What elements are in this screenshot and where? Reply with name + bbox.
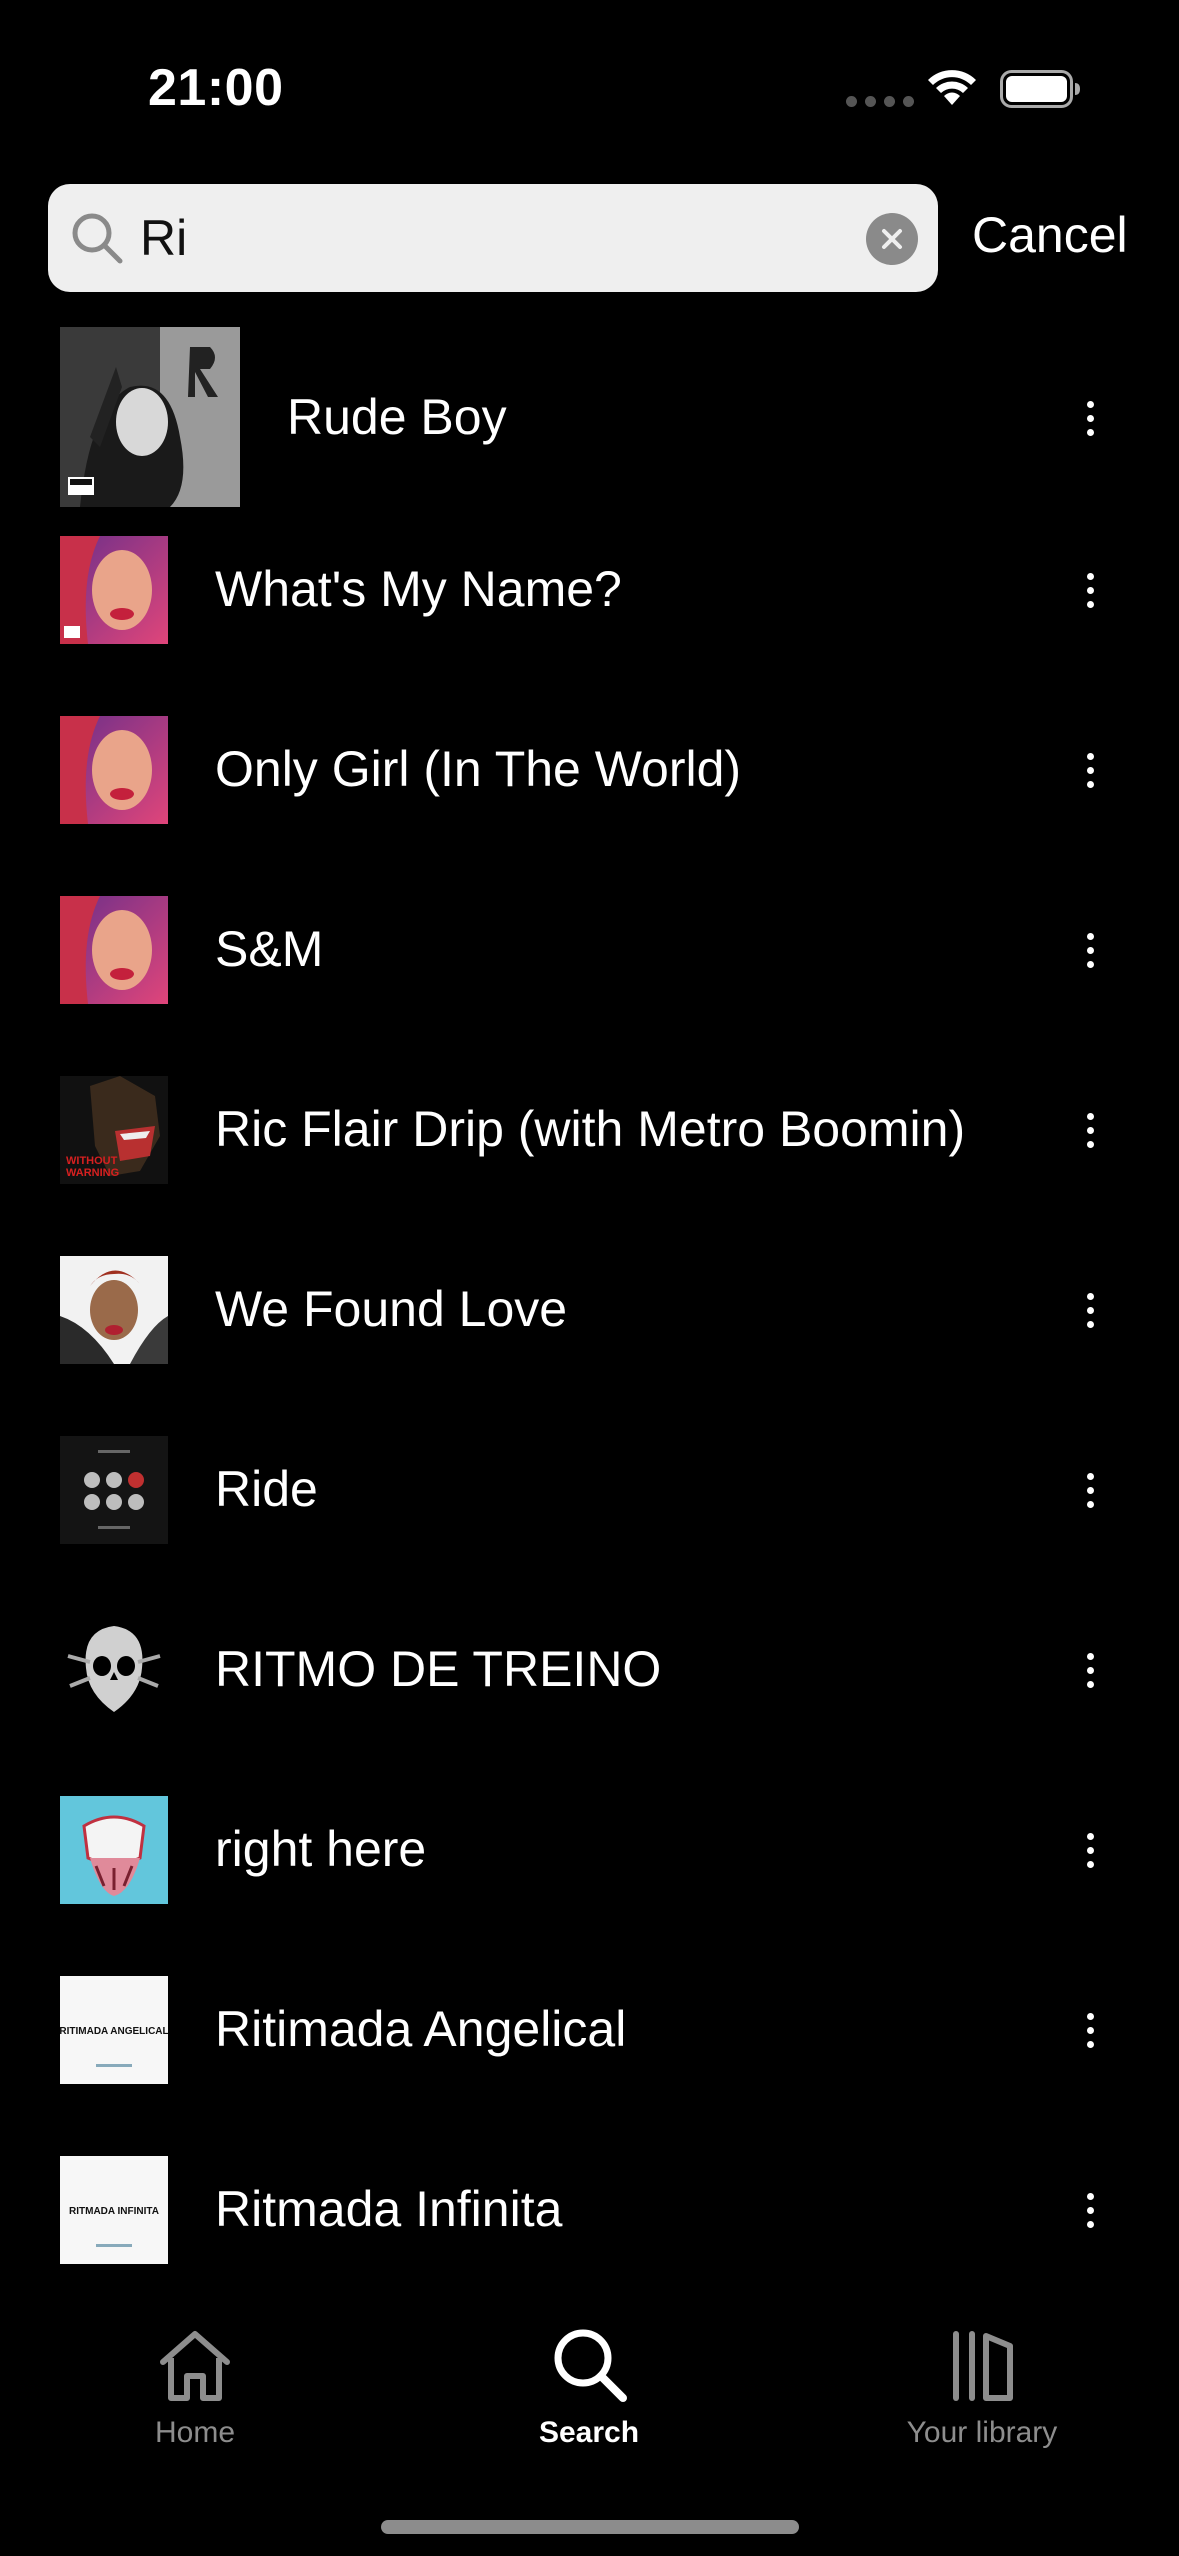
tab-bar: Home Search Your library: [0, 2290, 1179, 2556]
battery-icon: [1000, 70, 1080, 108]
more-options-button[interactable]: [1070, 2180, 1110, 2240]
album-art-text: RITMADA INFINITA: [69, 2206, 159, 2217]
status-bar: 21:00: [0, 0, 1179, 170]
search-input[interactable]: [140, 198, 840, 278]
track-title: Only Girl (In The World): [215, 741, 742, 797]
more-options-button[interactable]: [1070, 2000, 1110, 2060]
more-options-button[interactable]: [1070, 1460, 1110, 1520]
track-title: Ric Flair Drip (with Metro Boomin): [215, 1101, 966, 1157]
album-art: RITMADA INFINITA: [60, 2156, 168, 2264]
track-title: We Found Love: [215, 1281, 568, 1337]
tab-your-library[interactable]: Your library: [862, 2322, 1102, 2450]
more-options-button[interactable]: [1070, 1820, 1110, 1880]
list-item[interactable]: S&M: [0, 860, 1179, 1040]
more-options-button[interactable]: [1070, 388, 1110, 448]
wifi-icon: [928, 70, 976, 105]
svg-text:WITHOUT: WITHOUT: [66, 1155, 118, 1167]
track-title: RITMO DE TREINO: [215, 1641, 662, 1697]
cancel-button[interactable]: Cancel: [972, 206, 1128, 264]
more-options-button[interactable]: [1070, 740, 1110, 800]
search-icon: [72, 213, 123, 264]
list-item[interactable]: WITHOUT WARNING Ric Flair Drip (with Met…: [0, 1040, 1179, 1220]
album-art: RITIMADA ANGELICAL: [60, 1976, 168, 2084]
album-art: [60, 1256, 168, 1364]
list-item[interactable]: right here: [0, 1760, 1179, 1940]
track-title: Ride: [215, 1461, 318, 1517]
home-icon: [160, 2331, 230, 2401]
track-title: Rude Boy: [287, 389, 507, 445]
search-bar: Cancel: [48, 184, 1148, 294]
status-time: 21:00: [148, 59, 284, 117]
more-options-button[interactable]: [1070, 560, 1110, 620]
list-item[interactable]: Ride: [0, 1400, 1179, 1580]
svg-text:WARNING: WARNING: [66, 1167, 119, 1179]
track-title: Ritimada Angelical: [215, 2001, 627, 2057]
list-item[interactable]: RITMADA INFINITA Ritmada Infinita: [0, 2120, 1179, 2300]
list-item[interactable]: RITMO DE TREINO: [0, 1580, 1179, 1760]
album-art: [60, 896, 168, 1004]
album-art: [60, 536, 168, 644]
list-item[interactable]: What's My Name?: [0, 500, 1179, 680]
tab-label: Search: [538, 2416, 640, 2449]
list-item[interactable]: RITIMADA ANGELICAL Ritimada Angelical: [0, 1940, 1179, 2120]
track-title: right here: [215, 1821, 427, 1877]
album-art: [60, 1436, 168, 1544]
search-screen: 21:00 Ri Cancel Rude Boy What's My Name?…: [0, 0, 1179, 2556]
track-title: S&M: [215, 921, 324, 977]
album-art-text: RITIMADA ANGELICAL: [60, 2026, 168, 2037]
album-art: [60, 1616, 168, 1724]
album-art: [60, 327, 240, 507]
close-icon: [882, 229, 902, 249]
more-options-button[interactable]: [1070, 1640, 1110, 1700]
tab-label: Your library: [906, 2416, 1058, 2449]
search-icon: [554, 2329, 627, 2402]
tab-label: Home: [154, 2416, 236, 2449]
album-art: [60, 1796, 168, 1904]
album-art: [60, 716, 168, 824]
list-item[interactable]: Only Girl (In The World): [0, 680, 1179, 860]
home-indicator[interactable]: [381, 2520, 799, 2534]
clear-search-button[interactable]: [866, 213, 918, 265]
track-title: What's My Name?: [215, 561, 622, 617]
album-art: WITHOUT WARNING: [60, 1076, 168, 1184]
library-icon: [953, 2331, 1013, 2401]
more-options-button[interactable]: [1070, 920, 1110, 980]
list-item[interactable]: We Found Love: [0, 1220, 1179, 1400]
tab-home[interactable]: Home: [75, 2322, 315, 2450]
more-options-button[interactable]: [1070, 1280, 1110, 1340]
track-title: Ritmada Infinita: [215, 2181, 563, 2237]
search-results-list: Rude Boy What's My Name? Only Girl (In T…: [0, 320, 1179, 2300]
more-options-button[interactable]: [1070, 1100, 1110, 1160]
cellular-signal-icon: [846, 96, 914, 107]
tab-search[interactable]: Search: [469, 2322, 709, 2450]
list-item[interactable]: Rude Boy: [0, 320, 1179, 507]
search-field[interactable]: [48, 184, 938, 292]
